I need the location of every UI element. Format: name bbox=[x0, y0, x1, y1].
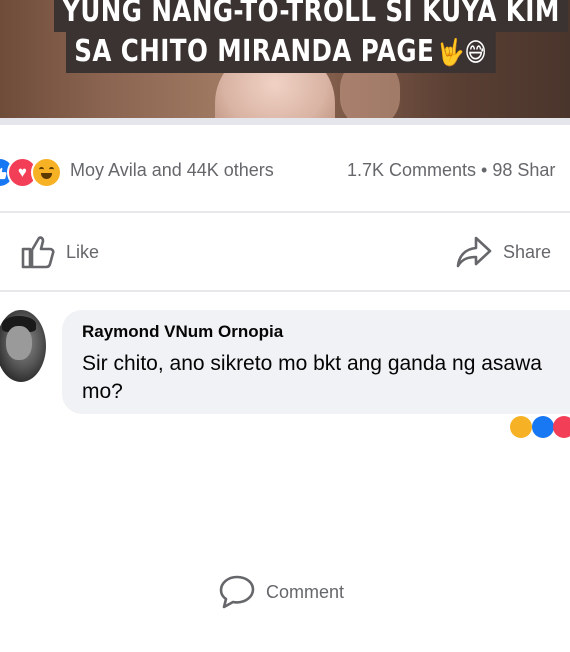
post-media-image[interactable]: YUNG NANG-TO-TROLL SI KUYA KIM SA CHITO … bbox=[0, 0, 570, 118]
reactions-divider bbox=[0, 211, 570, 213]
share-label: Share bbox=[503, 241, 552, 262]
caption-text-line-1: YUNG NANG-TO-TROLL SI KUYA KIM bbox=[54, 0, 568, 32]
comment-item: Raymond VNum Ornopia Sir chito, ano sikr… bbox=[0, 306, 570, 426]
caption-text-line-2: SA CHITO MIRANDA PAGE 🤟😅 bbox=[66, 32, 496, 73]
rock-hand-sweat-smile-emoji: 🤟😅 bbox=[437, 38, 488, 68]
reactors-text[interactable]: Moy Avila and 44K others bbox=[70, 160, 274, 181]
media-divider bbox=[0, 118, 570, 125]
actions-divider bbox=[0, 290, 570, 292]
comment-like-reaction-icon bbox=[532, 416, 554, 438]
comment-button[interactable]: Comment bbox=[218, 532, 570, 652]
comment-love-reaction-icon bbox=[553, 416, 570, 438]
speech-bubble-icon bbox=[219, 575, 255, 609]
commenter-avatar[interactable] bbox=[0, 310, 46, 382]
comment-author-name[interactable]: Raymond VNum Ornopia bbox=[82, 322, 283, 342]
share-arrow-icon bbox=[456, 236, 492, 268]
comment-label: Comment bbox=[266, 581, 345, 602]
reaction-summary[interactable]: ♥ Moy Avila and 44K others 1.7K Comments… bbox=[0, 150, 570, 192]
share-button[interactable]: Share bbox=[455, 234, 551, 270]
comment-text: Sir chito, ano sikreto mo bkt ang ganda … bbox=[82, 352, 542, 403]
comment-haha-reaction-icon bbox=[510, 416, 532, 438]
haha-reaction-icon bbox=[31, 157, 62, 188]
comments-shares-count[interactable]: 1.7K Comments • 98 Shar bbox=[347, 160, 555, 181]
comment-bubble[interactable]: Raymond VNum Ornopia Sir chito, ano sikr… bbox=[62, 310, 570, 414]
caption-line-2-text: SA CHITO MIRANDA PAGE bbox=[74, 34, 435, 69]
like-label: Like bbox=[66, 241, 100, 262]
thumbs-up-icon bbox=[21, 236, 55, 269]
post-actions-bar: Like Comment Share bbox=[0, 226, 570, 609]
like-button[interactable]: Like bbox=[20, 234, 99, 270]
